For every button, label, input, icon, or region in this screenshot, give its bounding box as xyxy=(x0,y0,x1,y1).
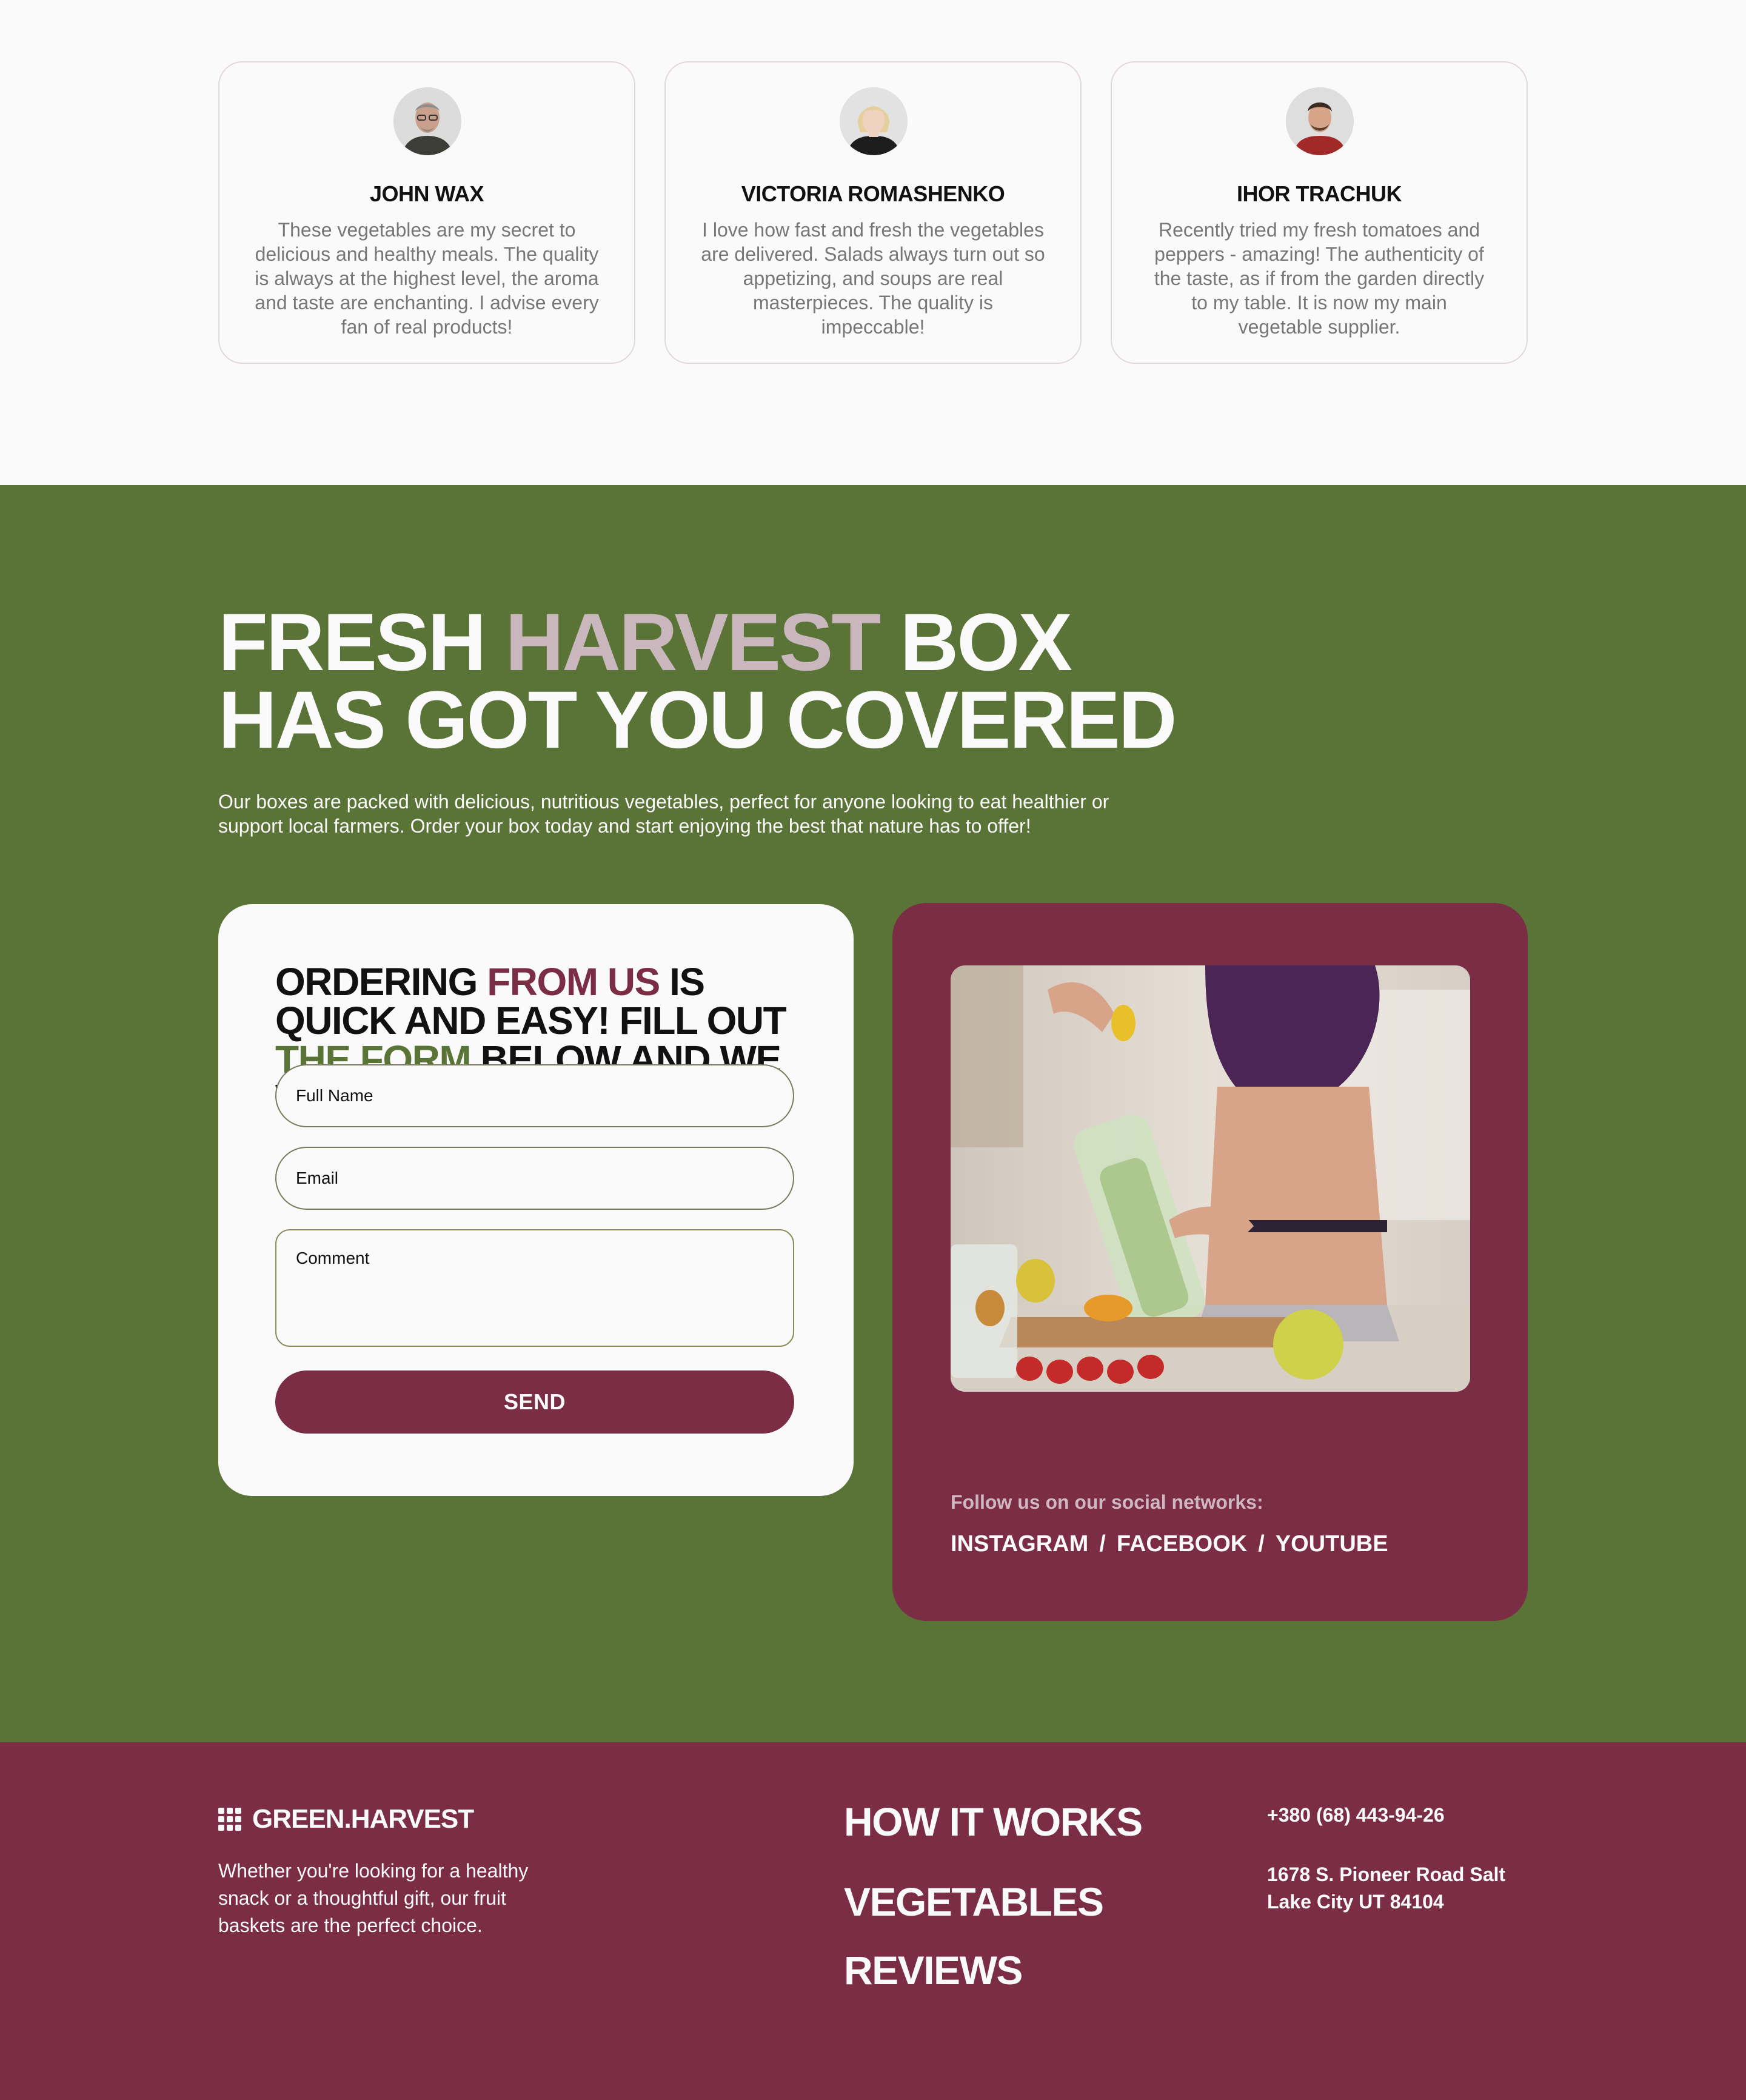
footer-brand[interactable]: GREEN.HARVEST xyxy=(218,1804,474,1834)
footer-description: Whether you're looking for a healthy sna… xyxy=(218,1860,529,1936)
avatar xyxy=(1286,87,1354,155)
instagram-link[interactable]: INSTAGRAM xyxy=(951,1531,1088,1557)
youtube-link[interactable]: YOUTUBE xyxy=(1276,1531,1388,1557)
section-intro: Our boxes are packed with delicious, nut… xyxy=(218,791,1109,837)
review-author-name: VICTORIA ROMASHENKO xyxy=(741,181,1005,206)
footer-nav: HOW IT WORKS VEGETABLES REVIEWS xyxy=(844,1799,1143,2005)
review-text: I love how fast and fresh the vegetables… xyxy=(701,219,1045,338)
review-card: JOHN WAX These vegetables are my secret … xyxy=(218,61,635,364)
headline-text: FRESH xyxy=(218,597,506,688)
review-author-name: JOHN WAX xyxy=(369,181,484,206)
contact-address: 1678 S. Pioneer Road Salt Lake City UT 8… xyxy=(1267,1863,1506,1913)
facebook-link[interactable]: FACEBOOK xyxy=(1117,1531,1247,1557)
social-card: Follow us on our social networks: INSTAG… xyxy=(892,903,1528,1621)
brand-name: GREEN.HARVEST xyxy=(252,1804,474,1834)
order-section: FRESH HARVEST BOX HAS GOT YOU COVERED Ou… xyxy=(0,485,1746,1742)
nav-vegetables[interactable]: VEGETABLES xyxy=(844,1868,1142,1936)
comment-textarea[interactable] xyxy=(275,1229,794,1347)
social-separator: / xyxy=(1099,1531,1106,1557)
section-headline: FRESH HARVEST BOX HAS GOT YOU COVERED xyxy=(218,602,1177,761)
grid-logo-icon xyxy=(218,1808,241,1831)
order-form-card: ORDERING FROM US IS QUICK AND EASY! FILL… xyxy=(218,904,854,1496)
nav-reviews[interactable]: REVIEWS xyxy=(844,1936,1142,2005)
reviews-section: JOHN WAX These vegetables are my secret … xyxy=(0,0,1746,485)
nav-how-it-works[interactable]: HOW IT WORKS xyxy=(844,1799,1143,1844)
send-button[interactable]: SEND xyxy=(275,1370,794,1434)
review-card: IHOR TRACHUK Recently tried my fresh tom… xyxy=(1111,61,1528,364)
avatar xyxy=(393,87,461,155)
review-card: VICTORIA ROMASHENKO I love how fast and … xyxy=(664,61,1082,364)
review-text: These vegetables are my secret to delici… xyxy=(255,219,599,338)
form-title-text: ORDERING xyxy=(275,960,487,1004)
kitchen-photo xyxy=(951,965,1470,1392)
social-links: INSTAGRAM / FACEBOOK / YOUTUBE xyxy=(951,1531,1388,1557)
full-name-input[interactable] xyxy=(275,1064,794,1127)
headline-text: BOX xyxy=(879,597,1072,688)
email-input[interactable] xyxy=(275,1147,794,1210)
review-author-name: IHOR TRACHUK xyxy=(1237,181,1402,206)
review-text: Recently tried my fresh tomatoes and pep… xyxy=(1154,219,1485,338)
headline-accent: HARVEST xyxy=(505,597,881,688)
headline-line-2: HAS GOT YOU COVERED xyxy=(218,675,1177,765)
avatar xyxy=(840,87,908,155)
social-follow-label: Follow us on our social networks: xyxy=(951,1491,1263,1513)
contact-phone[interactable]: +380 (68) 443-94-26 xyxy=(1267,1804,1445,1827)
footer: GREEN.HARVEST Whether you're looking for… xyxy=(0,1742,1746,2100)
social-separator: / xyxy=(1258,1531,1265,1557)
form-title-accent: FROM US xyxy=(487,960,660,1004)
